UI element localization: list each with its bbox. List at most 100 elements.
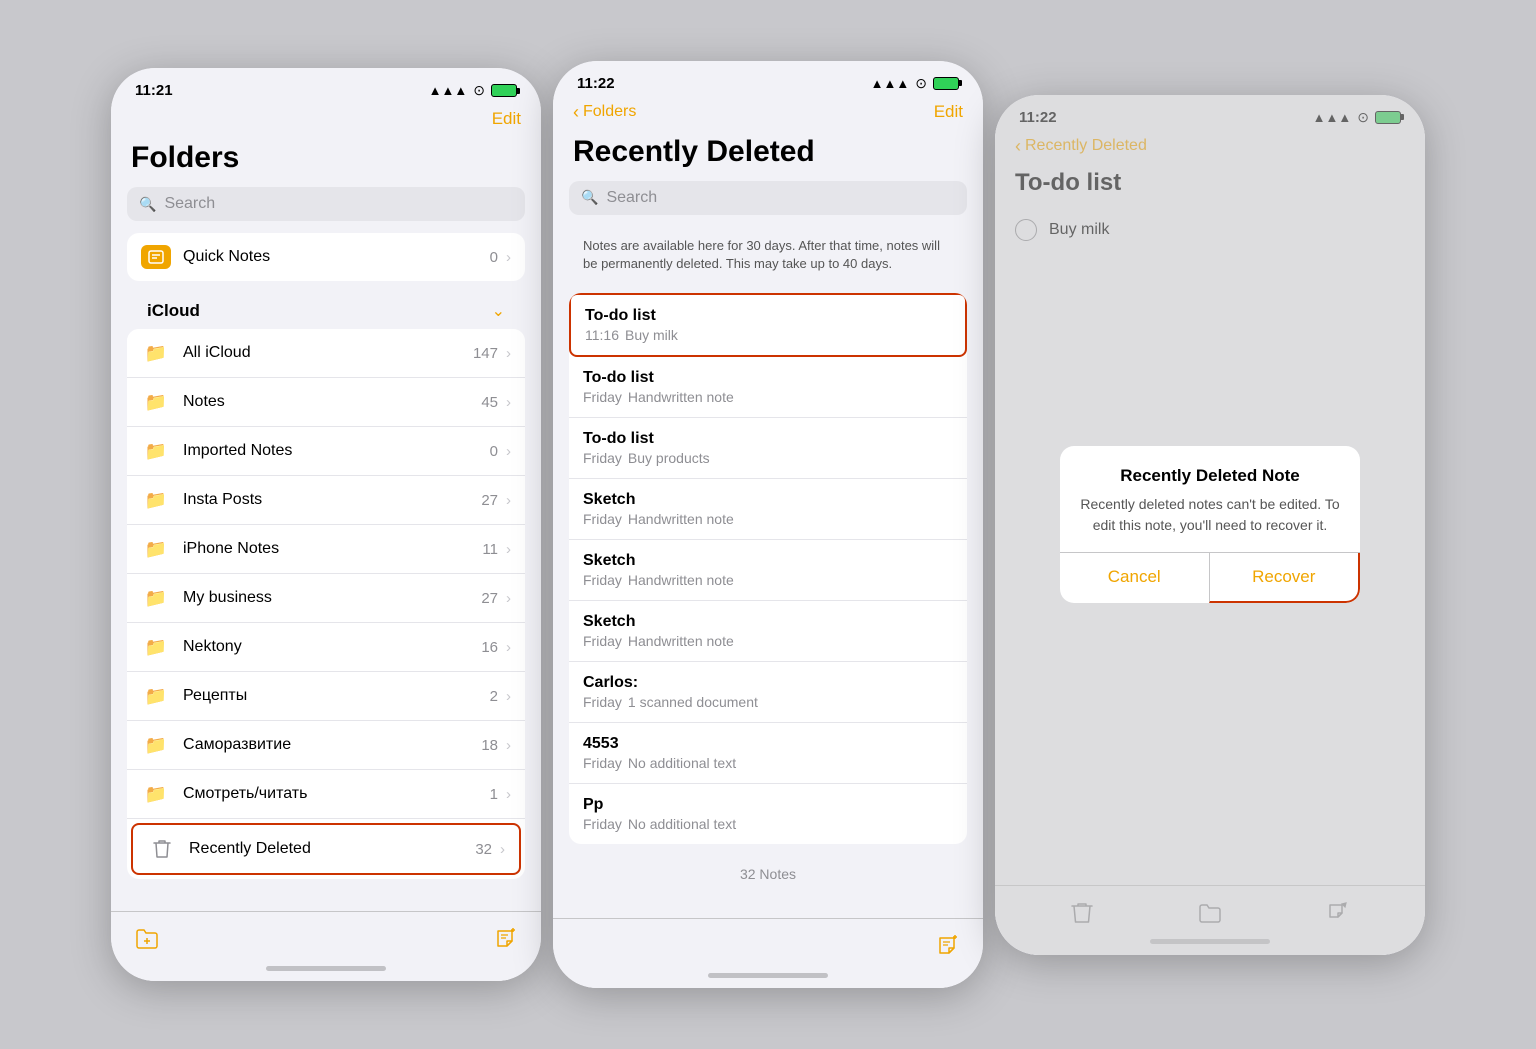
folder-name-insta: Insta Posts (183, 491, 481, 509)
folder-name-iphone: iPhone Notes (183, 540, 482, 558)
note-item-4[interactable]: Sketch FridayHandwritten note (569, 540, 967, 601)
note-item-3[interactable]: Sketch FridayHandwritten note (569, 479, 967, 540)
status-time-1: 11:21 (135, 82, 173, 99)
folder-item-insta[interactable]: 📁 Insta Posts 27 › (127, 476, 525, 525)
status-bar-1: 11:21 ▲▲▲ ⊙ (111, 68, 541, 105)
folder-count-nektony: 16 (481, 639, 498, 656)
note-subtitle-2: FridayBuy products (583, 450, 953, 466)
back-label-2: Folders (583, 103, 636, 121)
folder-arrow-iphone: › (506, 541, 511, 558)
quick-notes-item[interactable]: Quick Notes 0 › (127, 233, 525, 281)
recover-button[interactable]: Recover (1209, 553, 1361, 603)
edit-button-1[interactable]: Edit (492, 109, 521, 129)
icloud-chevron[interactable]: ⌄ (492, 301, 505, 321)
note-item-1[interactable]: To-do list FridayHandwritten note (569, 357, 967, 418)
folder-arrow-recently-deleted: › (500, 841, 505, 858)
folder-item-nektony[interactable]: 📁 Nektony 16 › (127, 623, 525, 672)
new-note-icon[interactable] (495, 928, 517, 956)
folder-name-all-icloud: All iCloud (183, 344, 473, 362)
folder-name-smotret: Смотреть/читать (183, 785, 490, 803)
folder-item-samorazvitie[interactable]: 📁 Саморазвитие 18 › (127, 721, 525, 770)
search-icon-1: 🔍 (139, 196, 156, 213)
folder-icon-nektony: 📁 (141, 635, 171, 659)
page-title-2: Recently Deleted (553, 131, 983, 181)
note-title-0: To-do list (585, 307, 951, 325)
new-folder-icon[interactable] (135, 928, 159, 956)
note-item-2[interactable]: To-do list FridayBuy products (569, 418, 967, 479)
folder-count-notes: 45 (481, 394, 498, 411)
note-subtitle-1: FridayHandwritten note (583, 389, 953, 405)
folder-item-recently-deleted[interactable]: Recently Deleted 32 › (131, 823, 521, 875)
folder-name-samorazvitie: Саморазвитие (183, 736, 481, 754)
status-icons-2: ▲▲▲ ⊙ (871, 75, 959, 92)
note-title-6: Carlos: (583, 674, 953, 692)
folder-icon-imported: 📁 (141, 439, 171, 463)
folder-icon-iphone: 📁 (141, 537, 171, 561)
note-item-5[interactable]: Sketch FridayHandwritten note (569, 601, 967, 662)
cancel-button[interactable]: Cancel (1060, 553, 1209, 603)
note-subtitle-5: FridayHandwritten note (583, 633, 953, 649)
quick-notes-section: Quick Notes 0 › (127, 233, 525, 281)
folder-arrow-all-icloud: › (506, 345, 511, 362)
folder-name-notes: Notes (183, 393, 481, 411)
folder-arrow-nektony: › (506, 639, 511, 656)
folder-icon-samorazvitie: 📁 (141, 733, 171, 757)
folder-item-recepty[interactable]: 📁 Рецепты 2 › (127, 672, 525, 721)
nav-bar-2: ‹ Folders Edit (553, 98, 983, 131)
quick-notes-icon (141, 245, 171, 269)
folder-item-all-icloud[interactable]: 📁 All iCloud 147 › (127, 329, 525, 378)
nav-bar-1: Edit (111, 105, 541, 137)
folder-icon-notes: 📁 (141, 390, 171, 414)
note-title-5: Sketch (583, 613, 953, 631)
search-bar-2[interactable]: 🔍 Search (569, 181, 967, 215)
note-title-1: To-do list (583, 369, 953, 387)
folder-count-samorazvitie: 18 (481, 737, 498, 754)
note-title-7: 4553 (583, 735, 953, 753)
folder-arrow-notes: › (506, 394, 511, 411)
note-item-8[interactable]: Pp FridayNo additional text (569, 784, 967, 844)
folder-item-notes[interactable]: 📁 Notes 45 › (127, 378, 525, 427)
page-title-1: Folders (111, 137, 541, 187)
signal-icon-2: ▲▲▲ (871, 76, 910, 91)
modal-body: Recently Deleted Note Recently deleted n… (1060, 446, 1360, 552)
new-note-icon-2[interactable] (937, 935, 959, 963)
folder-item-iphone[interactable]: 📁 iPhone Notes 11 › (127, 525, 525, 574)
phone-note-view: 11:22 ▲▲▲ ⊙ ‹ Recently Deleted To-do lis… (995, 95, 1425, 955)
status-icons-1: ▲▲▲ ⊙ (429, 82, 517, 99)
folder-icon-recepty: 📁 (141, 684, 171, 708)
modal-overlay: Recently Deleted Note Recently deleted n… (995, 95, 1425, 955)
note-subtitle-8: FridayNo additional text (583, 816, 953, 832)
folder-count-all-icloud: 147 (473, 345, 498, 362)
modal-actions: Cancel Recover (1060, 552, 1360, 603)
folder-icon-insta: 📁 (141, 488, 171, 512)
quick-notes-count: 0 (490, 249, 498, 266)
note-item-7[interactable]: 4553 FridayNo additional text (569, 723, 967, 784)
folder-item-smotret[interactable]: 📁 Смотреть/читать 1 › (127, 770, 525, 819)
note-title-3: Sketch (583, 491, 953, 509)
folder-item-mybusiness[interactable]: 📁 My business 27 › (127, 574, 525, 623)
note-list-2: To-do list 11:16Buy milk To-do list Frid… (569, 293, 967, 844)
status-time-2: 11:22 (577, 75, 615, 92)
wifi-icon-2: ⊙ (915, 75, 927, 92)
status-bar-2: 11:22 ▲▲▲ ⊙ (553, 61, 983, 98)
signal-icon: ▲▲▲ (429, 83, 468, 98)
folder-item-imported[interactable]: 📁 Imported Notes 0 › (127, 427, 525, 476)
note-item-0[interactable]: To-do list 11:16Buy milk (569, 293, 967, 357)
bottom-toolbar-2 (553, 918, 983, 988)
modal-title: Recently Deleted Note (1080, 466, 1340, 486)
search-bar-1[interactable]: 🔍 Search (127, 187, 525, 221)
folder-name-imported: Imported Notes (183, 442, 490, 460)
folder-arrow-mybusiness: › (506, 590, 511, 607)
quick-notes-arrow: › (506, 249, 511, 266)
note-item-6[interactable]: Carlos: Friday1 scanned document (569, 662, 967, 723)
folder-arrow-imported: › (506, 443, 511, 460)
icloud-header: iCloud ⌄ (127, 293, 525, 325)
edit-button-2[interactable]: Edit (934, 102, 963, 122)
folder-name-recently-deleted: Recently Deleted (189, 840, 475, 858)
folder-arrow-recepty: › (506, 688, 511, 705)
back-button-2[interactable]: ‹ Folders (573, 102, 636, 123)
icloud-section: iCloud ⌄ (127, 293, 525, 325)
icloud-folder-list: 📁 All iCloud 147 › 📁 Notes 45 › 📁 Import… (127, 329, 525, 879)
content-1: Quick Notes 0 › iCloud ⌄ 📁 All iCloud 14… (111, 233, 541, 951)
wifi-icon: ⊙ (473, 82, 485, 99)
